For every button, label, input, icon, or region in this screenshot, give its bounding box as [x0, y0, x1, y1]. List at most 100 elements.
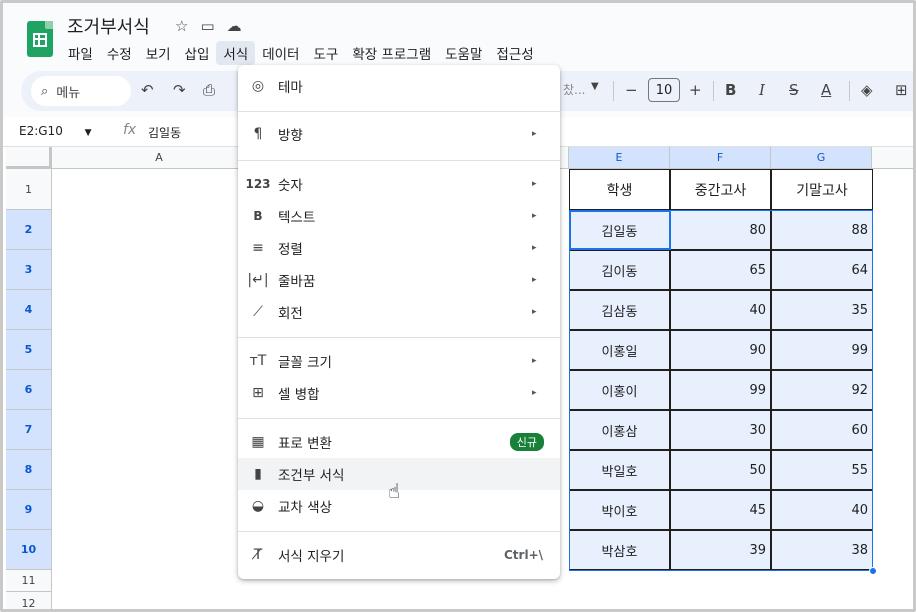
menu-edit[interactable]: 수정	[100, 41, 139, 65]
menu-search[interactable]: ⌕ 메뉴	[31, 76, 131, 106]
header-cell[interactable]: 중간고사	[670, 169, 771, 210]
format-menu-item[interactable]: ⊞ 셀 병합 ▸	[238, 377, 560, 409]
menu-extensions[interactable]: 확장 프로그램	[345, 41, 438, 65]
borders-icon[interactable]: ⊞	[895, 81, 908, 99]
table-cell[interactable]: 88	[771, 210, 873, 250]
row-header[interactable]: 1	[6, 169, 52, 210]
move-folder-icon[interactable]: ▭	[200, 17, 214, 35]
table-cell[interactable]: 40	[771, 490, 873, 530]
format-menu-item[interactable]: B 텍스트 ▸	[238, 200, 560, 232]
fill-color-icon[interactable]: ◈	[861, 81, 873, 99]
table-cell[interactable]: 박삼호	[569, 530, 670, 570]
document-title[interactable]: 조거부서식	[67, 13, 150, 39]
format-menu-item-label: 글꼴 크기	[278, 355, 332, 371]
table-cell[interactable]: 30	[670, 410, 771, 450]
table-cell[interactable]: 92	[771, 370, 873, 410]
table-cell[interactable]: 55	[771, 450, 873, 490]
row-header[interactable]: 4	[6, 290, 52, 330]
row-header[interactable]: 9	[6, 490, 52, 530]
fx-icon: fx	[123, 122, 137, 138]
format-menu-item-label: 줄바꿈	[278, 274, 316, 290]
row-header[interactable]: 6	[6, 370, 52, 410]
fill-handle[interactable]	[869, 567, 877, 575]
name-box[interactable]: E2:G10 ▼	[19, 124, 92, 138]
row-header[interactable]: 8	[6, 450, 52, 490]
font-dropdown-icon[interactable]: ▼	[591, 81, 599, 92]
table-cell[interactable]: 45	[670, 490, 771, 530]
row-header[interactable]: 7	[6, 410, 52, 450]
column-header[interactable]	[872, 147, 913, 169]
header-cell[interactable]: 학생	[569, 169, 670, 210]
table-cell[interactable]: 99	[771, 330, 873, 370]
column-header-f[interactable]: F	[670, 147, 771, 169]
sheets-logo-icon[interactable]	[27, 21, 53, 57]
table-cell[interactable]: 38	[771, 530, 873, 570]
format-menu-item[interactable]: ≡ 정렬 ▸	[238, 232, 560, 264]
strikethrough-icon[interactable]: S	[789, 81, 799, 99]
header-cell[interactable]: 기말고사	[771, 169, 873, 210]
undo-icon[interactable]: ↶	[141, 81, 154, 99]
format-menu-item[interactable]: 123 숫자 ▸	[238, 168, 560, 200]
menu-help[interactable]: 도움말	[438, 41, 489, 65]
format-menu-item[interactable]: ▦ 표로 변환 신규	[238, 426, 560, 458]
format-menu-item[interactable]: ⟋ 회전 ▸	[238, 296, 560, 328]
table-cell[interactable]: 90	[670, 330, 771, 370]
format-menu-item[interactable]: ¶ 방향 ▸	[238, 118, 560, 150]
row-header[interactable]: 2	[6, 210, 52, 250]
clear-format-icon: T̸	[253, 547, 263, 563]
menu-format[interactable]: 서식	[216, 41, 256, 65]
table-cell[interactable]: 이홍삼	[569, 410, 670, 450]
format-menu-item[interactable]: |↵| 줄바꿈 ▸	[238, 264, 560, 296]
format-menu-item[interactable]: ◎ 테마	[238, 70, 560, 102]
cloud-saved-icon[interactable]: ☁	[227, 17, 242, 35]
toolbar-divider	[713, 81, 714, 101]
column-header-g[interactable]: G	[771, 147, 872, 169]
menu-insert[interactable]: 삽입	[178, 41, 217, 65]
row-header[interactable]: 12	[6, 592, 52, 609]
font-name-select[interactable]: 찼...	[563, 81, 585, 98]
row-header[interactable]: 5	[6, 330, 52, 370]
table-cell[interactable]: 99	[670, 370, 771, 410]
row-header[interactable]: 11	[6, 570, 52, 592]
row-header[interactable]: 10	[6, 530, 52, 570]
menu-file[interactable]: 파일	[61, 41, 100, 65]
table-cell[interactable]: 김일동	[569, 210, 670, 250]
font-size-input[interactable]: 10	[648, 78, 680, 102]
format-menu-item[interactable]: T̸ 서식 지우기 Ctrl+\	[238, 539, 560, 571]
table-cell[interactable]: 60	[771, 410, 873, 450]
table-cell[interactable]: 50	[670, 450, 771, 490]
text-direction-icon: ¶	[253, 126, 263, 142]
menu-tools[interactable]: 도구	[306, 41, 345, 65]
text-color-icon[interactable]: A	[821, 81, 831, 99]
star-icon[interactable]: ☆	[175, 17, 188, 35]
menu-accessibility[interactable]: 접근성	[489, 41, 540, 65]
table-cell[interactable]: 이홍일	[569, 330, 670, 370]
column-header-e[interactable]: E	[569, 147, 670, 169]
table-cell[interactable]: 박이호	[569, 490, 670, 530]
table-cell[interactable]: 김삼동	[569, 290, 670, 330]
format-menu-item-label: 방향	[278, 128, 303, 144]
bold-icon[interactable]: B	[725, 81, 736, 99]
table-cell[interactable]: 64	[771, 250, 873, 290]
italic-icon[interactable]: I	[759, 81, 765, 99]
name-box-dropdown-icon[interactable]: ▼	[85, 128, 92, 138]
menu-view[interactable]: 보기	[139, 41, 178, 65]
table-cell[interactable]: 65	[670, 250, 771, 290]
table-cell[interactable]: 김이동	[569, 250, 670, 290]
table-cell[interactable]: 40	[670, 290, 771, 330]
table-cell[interactable]: 박일호	[569, 450, 670, 490]
table-cell[interactable]: 39	[670, 530, 771, 570]
column-header-a[interactable]: A	[52, 147, 267, 169]
table-cell[interactable]: 이홍이	[569, 370, 670, 410]
table-cell[interactable]: 35	[771, 290, 873, 330]
menu-data[interactable]: 데이터	[255, 41, 306, 65]
format-menu-item[interactable]: тT 글꼴 크기 ▸	[238, 345, 560, 377]
redo-icon[interactable]: ↷	[173, 81, 186, 99]
print-icon[interactable]: ⎙	[203, 81, 215, 99]
row-header[interactable]: 3	[6, 250, 52, 290]
table-cell[interactable]: 80	[670, 210, 771, 250]
select-all-corner[interactable]	[6, 147, 52, 169]
decrease-font-icon[interactable]: −	[625, 81, 638, 99]
formula-input[interactable]: 김일동	[148, 124, 181, 141]
increase-font-icon[interactable]: +	[689, 81, 702, 99]
